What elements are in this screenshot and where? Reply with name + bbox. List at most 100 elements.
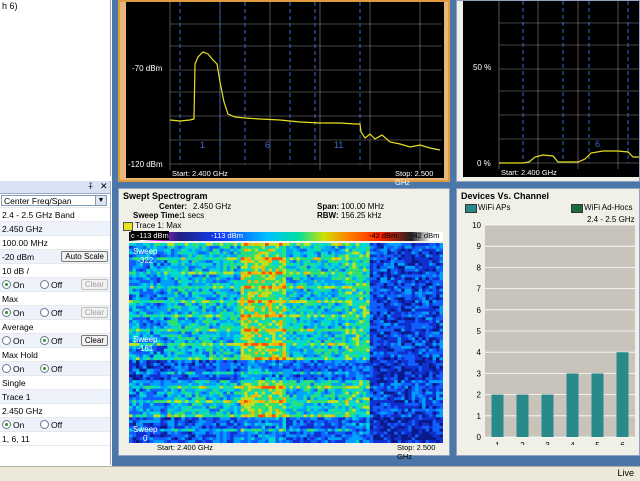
bar-wifi-aps[interactable] (517, 395, 529, 437)
settings-header: ⨢ ✕ (0, 181, 110, 194)
sweep-label-top: Sweep-322 (133, 247, 157, 265)
spectrum-pane[interactable]: -70 dBm -120 dBm 1 6 11 Start: 2.400 GHz… (118, 0, 450, 182)
utilization-ylabel-bottom: 0 % (477, 159, 491, 168)
max-off-radio[interactable]: Off (40, 306, 62, 320)
sweep-label-top-2: -322 (137, 256, 153, 265)
sweep-label-bottom: Sweep0 (133, 425, 157, 443)
colorbar-label-min: c -113 dBm (131, 231, 169, 240)
y-tick-label: 8 (477, 263, 482, 272)
span-label: Span: (317, 202, 339, 211)
max-clear-button[interactable]: Clear (81, 307, 108, 318)
channels-field[interactable]: 1, 6, 11 (0, 432, 110, 446)
settings-pane: ⨢ ✕ Center Freq/Span▼ 2.4 - 2.5 GHz Band… (0, 181, 111, 465)
utilization-pane[interactable]: 50 % 0 % 6 Start: 2.400 GHz (456, 0, 640, 182)
y-tick-label: 9 (477, 242, 482, 251)
x-tick-label: 3 (545, 441, 550, 445)
single-field[interactable]: Single (0, 376, 110, 390)
radio-on-icon (40, 336, 49, 345)
chevron-down-icon[interactable]: ▼ (95, 196, 106, 205)
max-on-radio[interactable]: On (2, 306, 24, 320)
spectrum-start: Start: 2.400 GHz (172, 169, 228, 178)
ref-level-field[interactable]: -20 dBmAuto Scale (0, 250, 110, 264)
trace1-on-radio[interactable]: On (2, 278, 24, 292)
bar-wifi-aps[interactable] (492, 395, 504, 437)
max-hold-off-label: Off (51, 364, 62, 374)
y-tick-label: 10 (472, 221, 481, 230)
sweep-label-mid-2: -161 (137, 344, 153, 353)
auto-scale-button[interactable]: Auto Scale (61, 251, 108, 262)
left-top-text: h 6) (2, 1, 18, 11)
spectrogram-canvas-wrap (129, 243, 443, 443)
spectrogram-heatmap (129, 243, 443, 443)
devices-title: Devices Vs. Channel (461, 191, 549, 201)
sweep-label-bottom-1: Sweep (133, 425, 157, 434)
span-field[interactable]: 100.00 MHz (0, 236, 110, 250)
trace-value: Trace 1 (2, 392, 31, 402)
average-label: Average (2, 322, 34, 332)
devices-pane[interactable]: Devices Vs. Channel WiFi APs WiFi Ad-Hoc… (456, 188, 640, 456)
spectrum-channel-11: 11 (334, 140, 343, 150)
x-tick-label: 6 (620, 441, 625, 445)
bar-wifi-aps[interactable] (567, 373, 579, 437)
scale-field[interactable]: 10 dB / (0, 264, 110, 278)
y-tick-label: 6 (477, 306, 482, 315)
average-off-radio[interactable]: Off (40, 334, 62, 348)
sweep-label-mid-1: Sweep (133, 335, 157, 344)
max-label: Max (2, 294, 18, 304)
spectrum-channel-1: 1 (200, 140, 205, 150)
status-live: Live (617, 468, 634, 478)
average-on-label: On (13, 336, 24, 346)
marker-on-radio[interactable]: On (2, 418, 24, 432)
max-row: Max (0, 292, 110, 306)
max-hold-on-label: On (13, 364, 24, 374)
marker-off-radio[interactable]: Off (40, 418, 62, 432)
x-tick-label: 4 (570, 441, 575, 445)
spectrogram-pane[interactable]: Swept Spectrogram Center: 2.450 GHz Swee… (118, 188, 450, 456)
radio-off-icon (40, 308, 49, 317)
spectrum-stop: Stop: 2.500 GHz (395, 169, 448, 187)
average-row: Average (0, 320, 110, 334)
center-freq-field[interactable]: 2.450 GHz (0, 222, 110, 236)
spectrum-channel-6: 6 (265, 140, 270, 150)
close-icon[interactable]: ✕ (100, 181, 108, 192)
center-label: Center: (159, 202, 187, 211)
average-on-radio[interactable]: On (2, 334, 24, 348)
rbw-label: RBW: (317, 211, 339, 220)
radio-on-icon (40, 364, 49, 373)
sweep-time-label: Sweep Time: (133, 211, 182, 220)
trace-legend-label: Trace 1: Max (135, 221, 181, 230)
colorbar-label-max: -42 dBm (411, 231, 439, 240)
y-tick-label: 4 (477, 348, 482, 357)
max-hold-on-radio[interactable]: On (2, 362, 24, 376)
max-hold-off-radio[interactable]: Off (40, 362, 62, 376)
marker-field[interactable]: 2.450 GHz (0, 404, 110, 418)
spectrogram-title: Swept Spectrogram (123, 191, 208, 201)
max-on-label: On (13, 308, 24, 318)
trace1-clear-button[interactable]: Clear (81, 279, 108, 290)
average-options-row: On Off Clear (0, 334, 110, 348)
marker-options-row: On Off (0, 418, 110, 432)
trace1-row: On Off Clear (0, 278, 110, 292)
utilization-channel-6: 6 (595, 139, 600, 149)
bar-wifi-aps[interactable] (617, 352, 629, 437)
average-clear-button[interactable]: Clear (81, 335, 108, 346)
mode-row: Center Freq/Span▼ (0, 194, 110, 208)
mode-select[interactable]: Center Freq/Span▼ (1, 195, 107, 206)
max-off-label: Off (51, 308, 62, 318)
colorbar-label-low: -113 dBm (211, 231, 243, 240)
radio-on-icon (2, 280, 11, 289)
y-tick-label: 3 (477, 369, 482, 378)
band-field[interactable]: 2.4 - 2.5 GHz Band (0, 208, 110, 222)
utilization-start: Start: 2.400 GHz (501, 168, 557, 177)
bar-wifi-aps[interactable] (592, 373, 604, 437)
pin-icon[interactable]: ⨢ (88, 181, 93, 192)
spectrum-ylabel-top: -70 dBm (132, 64, 162, 73)
trace-field[interactable]: Trace 1 (0, 390, 110, 404)
spectrum-ylabel-bottom: -120 dBm (128, 160, 163, 169)
marker-value: 2.450 GHz (2, 406, 43, 416)
bar-wifi-aps[interactable] (542, 395, 554, 437)
trace1-off-radio[interactable]: Off (40, 278, 62, 292)
sweep-label-top-1: Sweep (133, 247, 157, 256)
devices-chart: 012345678910123456 (457, 211, 639, 445)
status-bar: Live (0, 466, 640, 481)
